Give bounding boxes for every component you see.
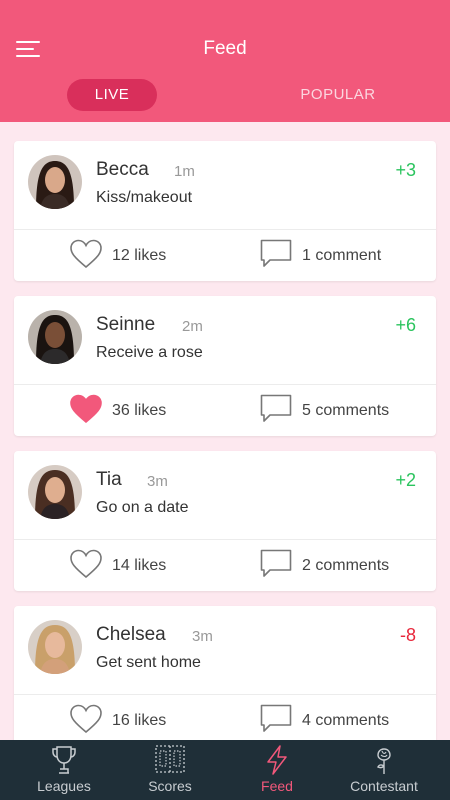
nav-label: Scores: [148, 778, 192, 794]
avatar[interactable]: [28, 620, 82, 674]
divider: [14, 694, 436, 695]
trophy-icon: [52, 746, 76, 774]
feed-list[interactable]: Becca 1m Kiss/makeout +3 12 likes 1 comm…: [0, 122, 450, 740]
points-value: +2: [395, 470, 416, 490]
contestant-name[interactable]: Becca: [96, 159, 149, 181]
avatar[interactable]: [28, 465, 82, 519]
rose-icon: [377, 748, 391, 774]
nav-scores[interactable]: Scores: [114, 740, 226, 800]
feed-card: Becca 1m Kiss/makeout +3 12 likes 1 comm…: [14, 141, 436, 281]
comment-count: 1 comment: [302, 247, 382, 264]
divider: [14, 229, 436, 230]
feed-card: Seinne 2m Receive a rose +6 36 likes 5 c…: [14, 296, 436, 436]
comment-bubble-icon: [260, 239, 292, 267]
nav-contestant[interactable]: Contestant: [328, 740, 440, 800]
comment-count: 2 comments: [302, 557, 390, 574]
tab-live[interactable]: LIVE: [67, 79, 157, 111]
points-value: +3: [395, 160, 416, 180]
post-time: 2m: [182, 318, 203, 335]
lightning-icon: [267, 745, 287, 775]
like-count: 16 likes: [112, 712, 167, 729]
event-description: Go on a date: [96, 499, 189, 516]
scoreboard-icon: [155, 745, 185, 773]
app-header: Feed LIVE POPULAR: [0, 0, 450, 122]
contestant-name[interactable]: Seinne: [96, 314, 155, 336]
like-count: 12 likes: [112, 247, 167, 264]
like-count: 36 likes: [112, 402, 167, 419]
nav-label: Leagues: [37, 778, 91, 794]
points-value: -8: [399, 625, 416, 645]
nav-leagues[interactable]: Leagues: [8, 740, 120, 800]
divider: [14, 384, 436, 385]
page-title: Feed: [203, 38, 247, 59]
feed-card: Chelsea 3m Get sent home -8 16 likes 4 c…: [14, 606, 436, 740]
nav-label: Contestant: [350, 778, 418, 794]
comment-bubble-icon: [260, 394, 292, 422]
like-count: 14 likes: [112, 557, 167, 574]
points-value: +6: [395, 315, 416, 335]
avatar[interactable]: [28, 155, 82, 209]
comment-bubble-icon: [260, 549, 292, 577]
tab-popular[interactable]: POPULAR: [288, 79, 388, 111]
post-time: 3m: [147, 473, 168, 490]
comment-bubble-icon: [260, 704, 292, 732]
post-time: 1m: [174, 163, 195, 180]
heart-filled-icon: [70, 394, 102, 424]
comment-count: 4 comments: [302, 712, 390, 729]
bottom-nav: Leagues Scores Feed Contestant: [0, 740, 450, 800]
comment-count: 5 comments: [302, 402, 390, 419]
heart-outline-icon: [70, 704, 102, 734]
nav-label: Feed: [261, 778, 293, 794]
event-description: Receive a rose: [96, 344, 203, 361]
contestant-name[interactable]: Tia: [96, 469, 122, 491]
event-description: Get sent home: [96, 654, 201, 671]
post-time: 3m: [192, 628, 213, 645]
divider: [14, 539, 436, 540]
feed-card: Tia 3m Go on a date +2 14 likes 2 commen…: [14, 451, 436, 591]
heart-outline-icon: [70, 239, 102, 269]
heart-outline-icon: [70, 549, 102, 579]
event-description: Kiss/makeout: [96, 189, 193, 206]
avatar[interactable]: [28, 310, 82, 364]
nav-feed[interactable]: Feed: [221, 740, 333, 800]
contestant-name[interactable]: Chelsea: [96, 624, 166, 646]
